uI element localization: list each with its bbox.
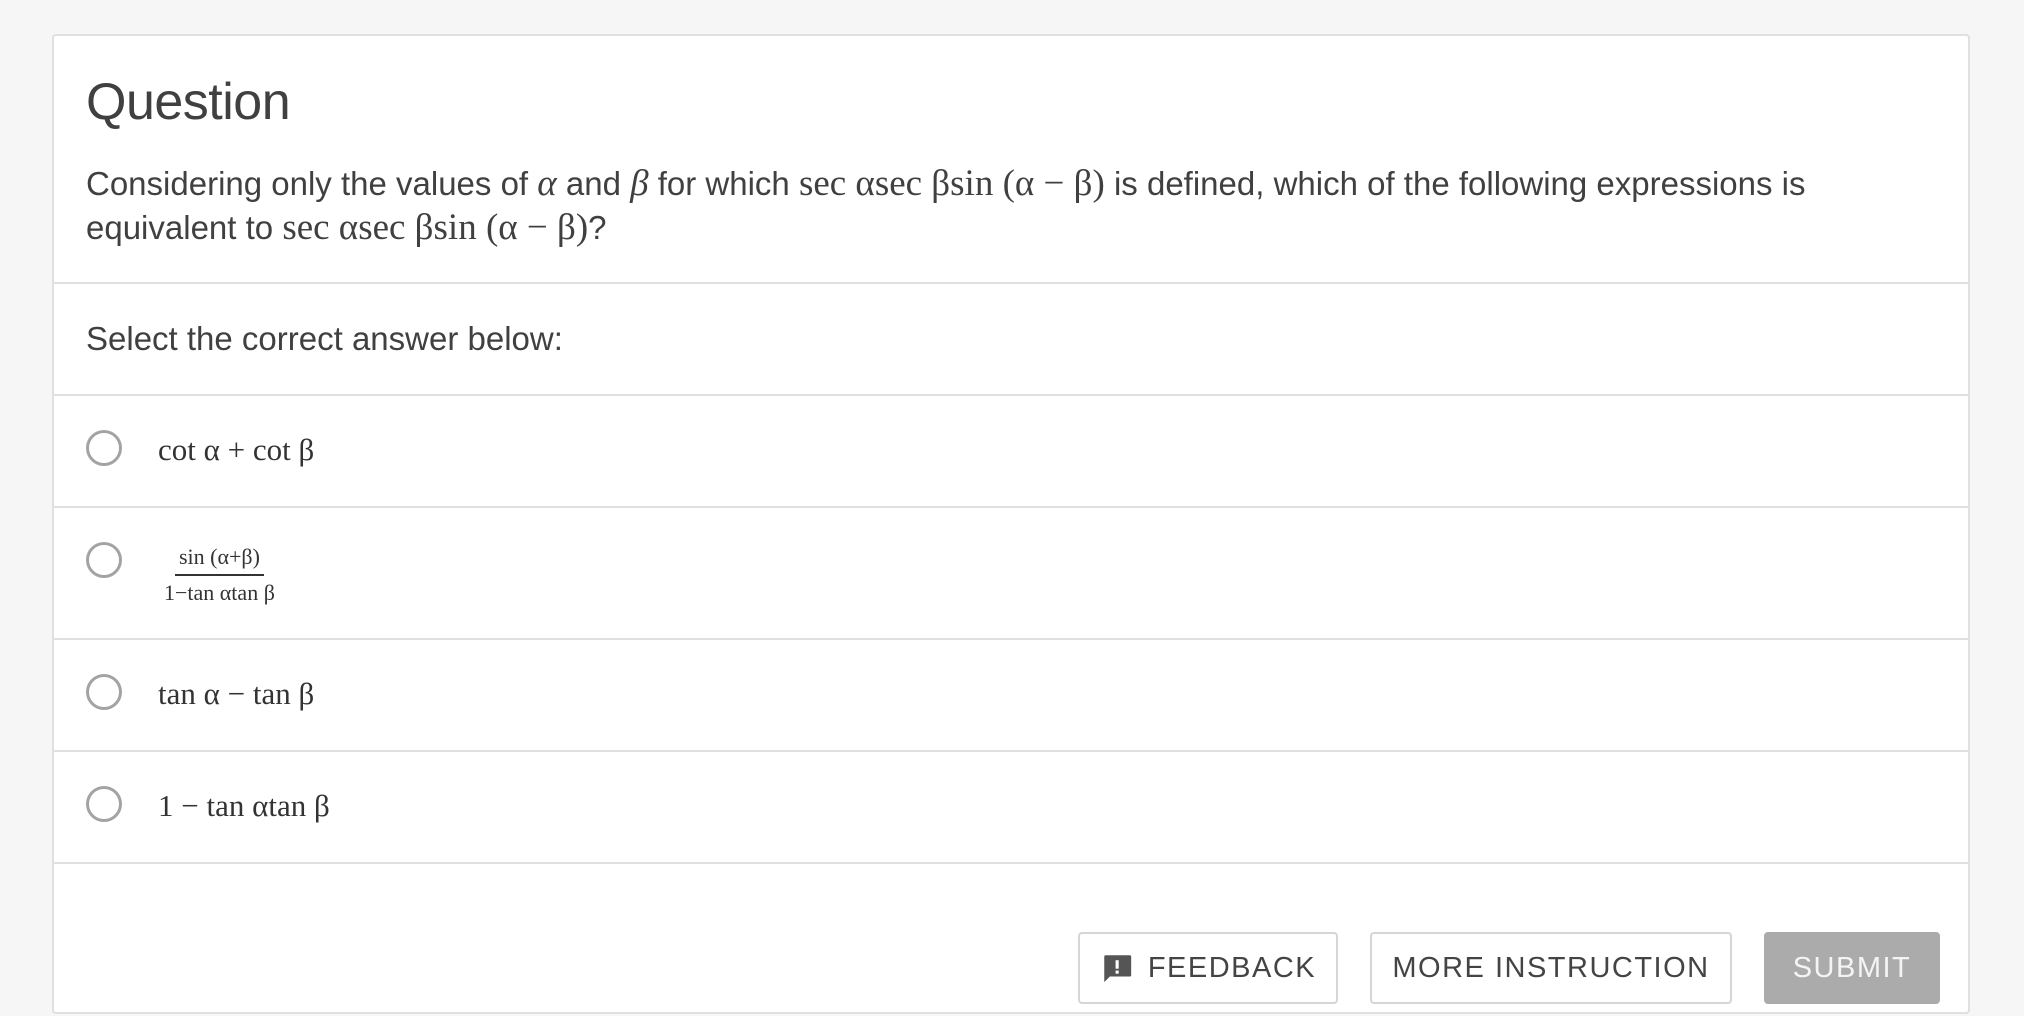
answer-option[interactable]: tan α − tan β — [54, 640, 1968, 752]
question-text: Considering only the values of α and β f… — [86, 162, 1946, 250]
question-text-part: ? — [588, 209, 607, 246]
more-instruction-button-label: MORE INSTRUCTION — [1392, 951, 1710, 984]
answer-option[interactable]: cot α + cot β — [54, 396, 1968, 508]
radio-unchecked-icon[interactable] — [86, 674, 122, 710]
math-expression: sec αsec βsin (α − β) — [282, 207, 589, 248]
question-title: Question — [86, 73, 291, 131]
answer-option-fraction: sin (α+β) 1−tan αtan β — [160, 544, 279, 606]
question-card: Question Considering only the values of … — [52, 34, 1970, 1014]
feedback-button[interactable]: FEEDBACK — [1078, 932, 1338, 1004]
math-alpha: α — [537, 163, 557, 204]
math-expression: sec αsec βsin (α − β) — [798, 163, 1105, 204]
fraction-denominator: 1−tan αtan β — [164, 580, 275, 605]
submit-button-label: SUBMIT — [1792, 951, 1912, 984]
answer-option-label: cot α + cot β — [158, 432, 315, 467]
feedback-icon — [1104, 955, 1131, 983]
feedback-button-label: FEEDBACK — [1147, 951, 1317, 984]
answer-option-label: tan α − tan β — [158, 676, 315, 711]
question-text-part: Considering only the values of — [86, 165, 538, 202]
question-section: Question Considering only the values of … — [54, 36, 1968, 284]
answer-prompt: Select the correct answer below: — [86, 320, 563, 357]
answer-prompt-section: Select the correct answer below: — [54, 284, 1968, 396]
fraction-numerator: sin (α+β) — [174, 544, 264, 576]
answer-option[interactable]: 1 − tan αtan β — [54, 752, 1968, 864]
radio-unchecked-icon[interactable] — [86, 430, 122, 466]
radio-unchecked-icon[interactable] — [86, 542, 122, 578]
action-footer: FEEDBACK MORE INSTRUCTION SUBMIT — [54, 900, 1968, 1016]
more-instruction-button[interactable]: MORE INSTRUCTION — [1370, 932, 1732, 1004]
question-text-part: for which — [648, 165, 799, 202]
submit-button[interactable]: SUBMIT — [1764, 932, 1940, 1004]
answer-option-label: 1 − tan αtan β — [158, 788, 330, 823]
answer-option[interactable]: sin (α+β) 1−tan αtan β — [54, 508, 1968, 640]
math-beta: β — [630, 163, 649, 204]
radio-unchecked-icon[interactable] — [86, 786, 122, 822]
question-text-part: and — [556, 165, 631, 202]
